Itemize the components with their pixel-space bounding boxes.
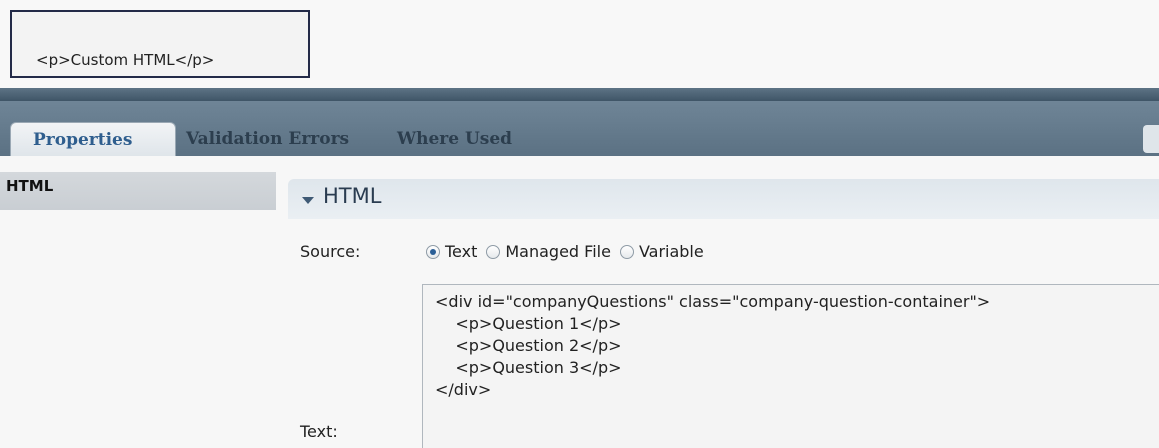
code-line: <p>Question 3</p> (435, 358, 622, 377)
tab-properties[interactable]: Properties (10, 122, 176, 156)
source-label: Source: (300, 242, 361, 261)
code-line: <p>Question 1</p> (435, 314, 622, 333)
preview-text: <p>Custom HTML</p> (36, 51, 215, 69)
code-line: </div> (435, 380, 492, 399)
radio-label: Text (445, 242, 478, 261)
properties-content: HTML HTML Source: Text Managed File Vari… (0, 156, 1159, 448)
sidebar-item-html[interactable]: HTML (0, 172, 276, 210)
radio-label: Managed File (505, 242, 611, 261)
panel-header-stripe (0, 88, 1159, 101)
text-label: Text: (300, 422, 338, 441)
html-section-header[interactable]: HTML (288, 179, 1159, 219)
source-radio-group: Text Managed File Variable (426, 242, 713, 261)
tab-where-used[interactable]: Where Used (397, 122, 512, 156)
code-line: <p>Question 2</p> (435, 336, 622, 355)
tab-overflow-stub (1143, 125, 1159, 153)
html-text-area[interactable]: <div id="companyQuestions" class="compan… (422, 284, 1159, 448)
custom-html-preview[interactable]: <p>Custom HTML</p> (10, 10, 310, 78)
source-radio-variable[interactable]: Variable (619, 242, 704, 261)
code-line: <div id="companyQuestions" class="compan… (435, 292, 991, 311)
source-radio-managed-file[interactable]: Managed File (486, 242, 611, 261)
radio-label: Variable (638, 242, 704, 261)
chevron-down-icon[interactable] (302, 197, 314, 204)
sidebar-item-label: HTML (6, 177, 54, 195)
radio-selected-icon[interactable] (426, 244, 440, 259)
section-title: HTML (323, 184, 382, 208)
tab-validation-errors[interactable]: Validation Errors (186, 122, 349, 156)
source-radio-text[interactable]: Text (426, 242, 477, 261)
radio-unselected-icon[interactable] (619, 244, 634, 259)
design-canvas: <p>Custom HTML</p> (0, 0, 1159, 88)
properties-tab-bar: Properties Validation Errors Where Used (0, 101, 1159, 156)
radio-unselected-icon[interactable] (486, 244, 501, 259)
